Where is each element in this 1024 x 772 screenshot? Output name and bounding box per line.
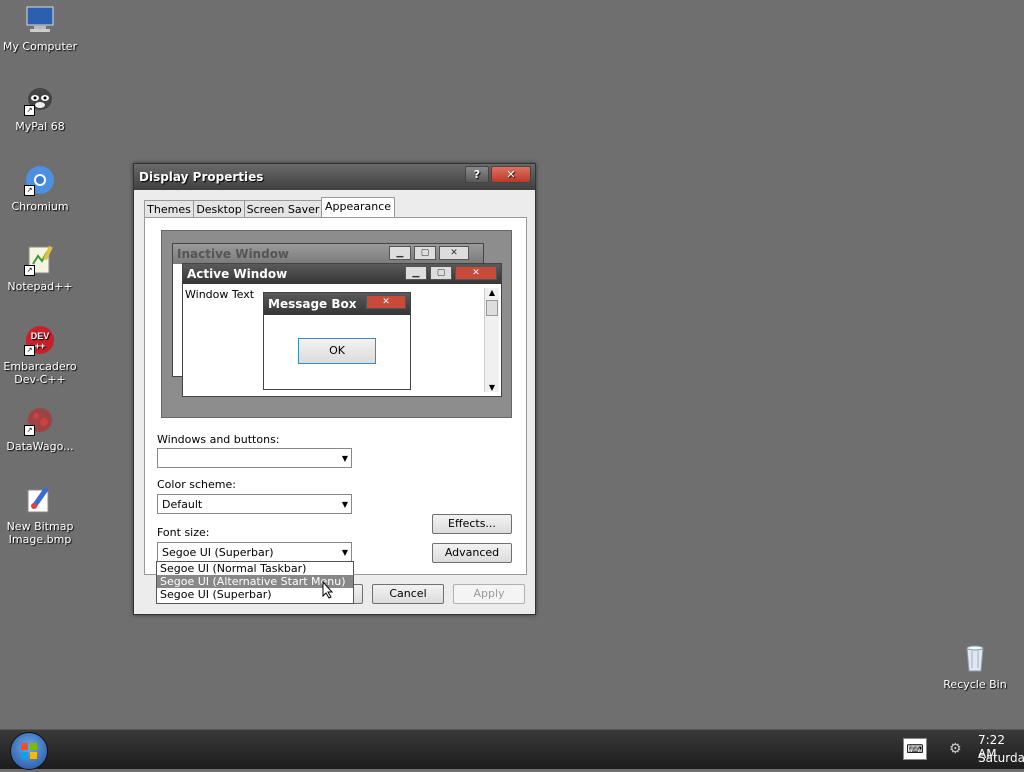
devcpp-icon: DEV ++ ↗: [24, 324, 56, 356]
computer-icon: [24, 4, 56, 36]
preview-active-titlebar: Active Window ▁ ▢ ✕: [183, 264, 501, 284]
close-icon: ✕: [506, 168, 516, 181]
desktop-icon-datawago[interactable]: ↗ DataWago...: [0, 404, 80, 453]
desktop-icon-label: New Bitmap Image.bmp: [6, 520, 74, 546]
chevron-down-icon: ▼: [341, 548, 348, 557]
apply-button[interactable]: Apply: [453, 584, 525, 604]
font-size-select[interactable]: Segoe UI (Superbar) ▼: [157, 542, 352, 562]
minimize-icon: ▁: [389, 246, 411, 260]
tab-screen-saver[interactable]: Screen Saver: [244, 200, 322, 218]
appearance-page: Inactive Window ▁ ▢ ✕ Active Window ▁ ▢ …: [144, 217, 527, 575]
close-icon: ✕: [455, 266, 497, 280]
windows-buttons-label: Windows and buttons:: [157, 433, 280, 446]
color-scheme-select[interactable]: Default ▼: [157, 494, 352, 514]
font-option[interactable]: Segoe UI (Normal Taskbar): [157, 562, 353, 575]
notepadpp-icon: ↗: [24, 244, 56, 276]
minimize-icon: ▁: [405, 266, 427, 280]
preview-inactive-titlebar: Inactive Window ▁ ▢ ✕: [173, 244, 483, 264]
desktop-icon-label: Chromium: [11, 200, 69, 213]
scroll-up-icon: ▲: [488, 288, 496, 297]
clock-day[interactable]: Saturday: [978, 751, 1024, 765]
preview-window-text: Window Text: [185, 288, 255, 301]
help-icon: ?: [473, 168, 481, 181]
svg-text:++: ++: [35, 341, 46, 351]
windows-logo-icon: [21, 743, 37, 759]
network-icon[interactable]: ⚙: [949, 736, 965, 762]
close-icon: ✕: [366, 295, 406, 309]
inactive-window-title: Inactive Window: [177, 247, 290, 261]
appearance-preview: Inactive Window ▁ ▢ ✕ Active Window ▁ ▢ …: [161, 230, 512, 418]
shortcut-arrow-icon: ↗: [24, 345, 35, 356]
shortcut-arrow-icon: ↗: [24, 425, 35, 436]
tab-desktop[interactable]: Desktop: [193, 200, 245, 218]
preview-scrollbar: ▲ ▼: [484, 288, 499, 392]
maximize-icon: ▢: [414, 246, 436, 260]
tab-appearance[interactable]: Appearance: [321, 197, 395, 218]
keyboard-icon[interactable]: ⌨: [903, 738, 927, 760]
desktop-icon-devcpp[interactable]: DEV ++ ↗ Embarcadero Dev-C++: [0, 324, 80, 386]
start-button[interactable]: [10, 732, 48, 770]
font-size-label: Font size:: [157, 526, 210, 539]
scroll-thumb: [486, 300, 498, 316]
color-scheme-label: Color scheme:: [157, 478, 236, 491]
message-box-title: Message Box: [268, 297, 357, 311]
desktop-icon-notepadpp[interactable]: ↗ Notepad++: [0, 244, 80, 293]
message-box-titlebar: Message Box ✕: [264, 293, 410, 315]
recycle-bin-icon: [959, 642, 991, 674]
desktop-icon-label: MyPal 68: [15, 120, 65, 133]
dialog-titlebar[interactable]: Display Properties ? ✕: [134, 164, 535, 190]
chevron-down-icon: ▼: [341, 500, 348, 509]
effects-button[interactable]: Effects...: [432, 514, 512, 534]
chromium-icon: ↗: [24, 164, 56, 196]
desktop-icon-label: Notepad++: [7, 280, 73, 293]
maximize-icon: ▢: [430, 266, 452, 280]
desktop-icon-label: DataWago...: [6, 440, 74, 453]
chevron-down-icon: ▼: [341, 454, 348, 463]
active-window-title: Active Window: [187, 267, 288, 281]
cancel-button[interactable]: Cancel: [372, 584, 444, 604]
paint-icon: [24, 484, 56, 516]
desktop-icon-my-computer[interactable]: My Computer: [0, 4, 80, 53]
help-button[interactable]: ?: [465, 166, 489, 183]
svg-text:DEV: DEV: [31, 331, 50, 341]
shortcut-arrow-icon: ↗: [24, 105, 35, 116]
shortcut-arrow-icon: ↗: [24, 185, 35, 196]
desktop-icon-chromium[interactable]: ↗ Chromium: [0, 164, 80, 213]
close-icon: ✕: [439, 246, 469, 260]
preview-ok-button: OK: [298, 338, 376, 364]
scroll-down-icon: ▼: [488, 383, 496, 392]
advanced-button[interactable]: Advanced: [432, 543, 512, 563]
shortcut-arrow-icon: ↗: [24, 265, 35, 276]
mouse-cursor-icon: [322, 581, 334, 599]
desktop-icon-mypal[interactable]: ↗ MyPal 68: [0, 84, 80, 133]
desktop-icon-label: Embarcadero Dev-C++: [3, 360, 77, 386]
system-tray: ⌨ ⚙ 7:22 AM Saturday: [874, 730, 1024, 769]
desktop-icon-bitmap[interactable]: New Bitmap Image.bmp: [0, 484, 80, 546]
tab-themes[interactable]: Themes: [144, 200, 194, 218]
windows-buttons-select[interactable]: ▼: [157, 448, 352, 468]
display-properties-dialog: Display Properties ? ✕ Themes Desktop Sc…: [133, 163, 536, 615]
close-button[interactable]: ✕: [491, 166, 531, 183]
desktop-icon-label: Recycle Bin: [943, 678, 1007, 691]
desktop-icon-label: My Computer: [2, 40, 78, 53]
datawago-icon: ↗: [24, 404, 56, 436]
preview-message-box: Message Box ✕ OK: [263, 292, 411, 390]
dialog-title: Display Properties: [139, 170, 264, 184]
mypal-icon: ↗: [24, 84, 56, 116]
taskbar: ⌨ ⚙ 7:22 AM Saturday: [0, 729, 1024, 770]
desktop-icon-recycle-bin[interactable]: Recycle Bin: [935, 642, 1015, 691]
